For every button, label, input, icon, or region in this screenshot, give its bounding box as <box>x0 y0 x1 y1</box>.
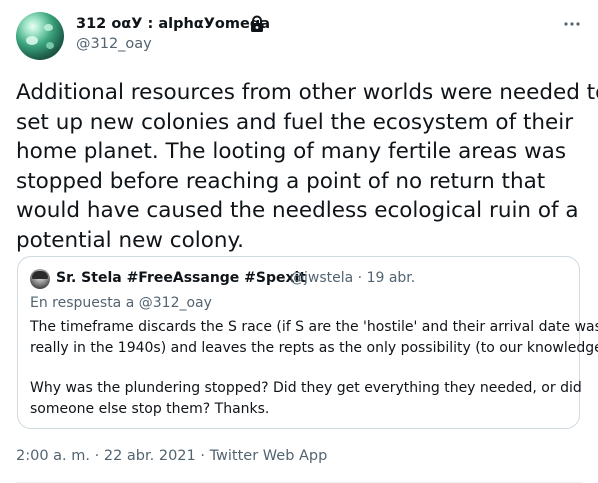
tweet-source-link[interactable]: Twitter Web App <box>210 448 328 464</box>
quoted-text-line: someone else stop them? Thanks. <box>30 400 270 417</box>
reply-to-handle: @312_oay <box>138 295 212 311</box>
meta-separator: · <box>357 270 363 286</box>
quoted-author-name: Sr. Stela #FreeAssange #Spexit <box>56 270 307 286</box>
avatar-highlight <box>44 24 53 31</box>
tweet-time: 2:00 a. m. <box>16 448 91 464</box>
quoted-tweet[interactable]: Sr. Stela #FreeAssange #Spexit @jwstela … <box>17 256 598 429</box>
tweet-text-line: home planet. The looting of many fertile… <box>16 139 567 164</box>
more-horizontal-icon[interactable] <box>562 14 582 34</box>
quoted-meta: @jwstela · 19 abr. <box>290 268 415 288</box>
reply-prefix: En respuesta a <box>30 295 135 311</box>
quoted-text-line: Why was the plundering stopped? Did they… <box>30 380 582 396</box>
quoted-paragraph: The timeframe discards the S race (if S … <box>30 317 598 358</box>
author-avatar[interactable] <box>16 12 64 60</box>
tweet-card: 312 οαУ : alphαУomega @312_oay Additiona… <box>0 0 598 483</box>
quoted-paragraph: Why was the plundering stopped? Did they… <box>30 378 582 419</box>
timestamp-separator: · <box>200 448 205 464</box>
tweet-text-line: potential new colony. <box>16 227 244 253</box>
tweet-text-line: stopped before reaching a point of no re… <box>16 168 546 194</box>
tweet-timestamp: 2:00 a. m. · 22 abr. 2021 · Twitter Web … <box>16 446 327 466</box>
quoted-date: 19 abr. <box>366 270 416 286</box>
tweet-time-link[interactable]: 2:00 a. m. · 22 abr. 2021 <box>16 448 196 464</box>
reply-context: En respuesta a @312_oay <box>30 293 212 313</box>
quoted-text: The timeframe discards the S race (if S … <box>30 317 598 419</box>
quoted-text-line: The timeframe discards the S race (if S … <box>30 319 598 335</box>
lock-icon <box>251 15 263 32</box>
tweet-date: 22 abr. 2021 <box>103 448 196 464</box>
author-display-name[interactable]: 312 οαУ : alphαУomega <box>76 14 270 34</box>
avatar-highlight <box>46 42 54 49</box>
quoted-author-avatar <box>30 269 50 289</box>
tweet-text: Additional resources from other worlds w… <box>16 78 598 255</box>
tweet-text-line: would have caused the needless ecologica… <box>16 198 579 223</box>
tweet-text-line: Additional resources from other worlds w… <box>16 80 598 105</box>
tweet-text-line: set up new colonies and fuel the ecosyst… <box>16 109 574 135</box>
avatar-hair <box>32 271 48 279</box>
quoted-author-handle: @jwstela <box>290 270 354 286</box>
avatar-highlight <box>26 36 38 45</box>
quoted-text-line: really in the 1940s) and leaves the rept… <box>30 339 598 356</box>
timestamp-separator: · <box>94 448 100 464</box>
author-handle[interactable]: @312_oay <box>76 34 152 54</box>
